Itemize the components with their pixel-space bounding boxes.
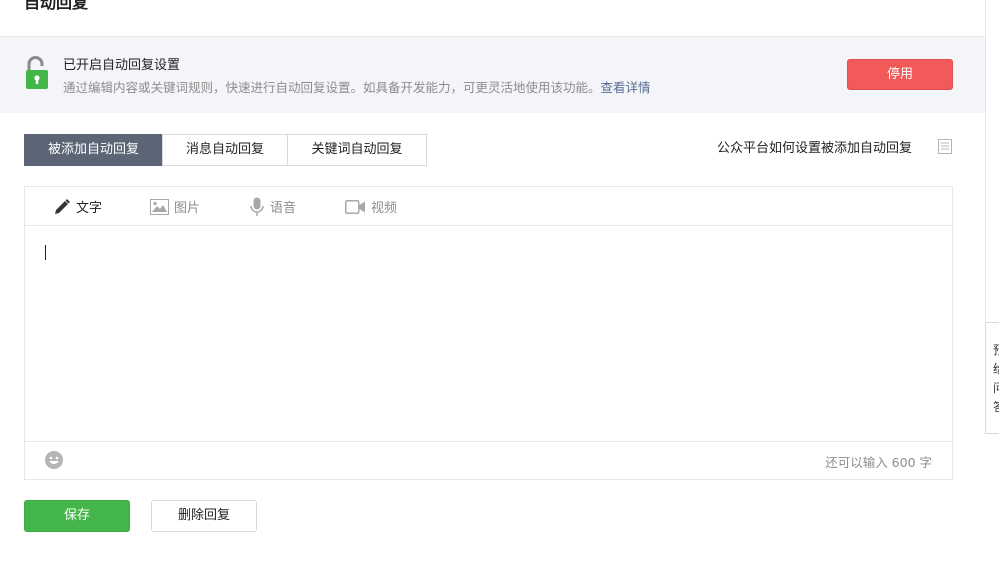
unlock-icon [26, 56, 48, 89]
page-title: 自动回复 [24, 0, 89, 12]
scroll-strip [985, 0, 999, 322]
tool-image-label: 图片 [174, 201, 201, 216]
save-button[interactable]: 保存 [24, 500, 130, 532]
help-link[interactable]: 公众平台如何设置被添加自动回复 [717, 137, 912, 156]
status-title: 已开启自动回复设置 [63, 58, 181, 73]
char-count: 还可以输入 600 字 [825, 455, 932, 470]
editor-footer: 还可以输入 600 字 [25, 441, 952, 479]
disable-button[interactable]: 停用 [847, 59, 953, 90]
side-char: 给 [993, 360, 999, 377]
status-panel: 已开启自动回复设置 通过编辑内容或关键词规则，快速进行自动回复设置。如具备开发能… [0, 37, 985, 113]
delete-reply-button[interactable]: 删除回复 [151, 500, 257, 532]
reply-editor: 文字 图片 语音 视频 还可以输入 600 字 [24, 186, 953, 480]
side-char: 答 [993, 398, 999, 415]
tool-text[interactable]: 文字 [53, 187, 102, 226]
tab-added-reply[interactable]: 被添加自动回复 [24, 134, 163, 166]
tool-video-label: 视频 [371, 201, 398, 216]
reply-type-tabs: 被添加自动回复 消息自动回复 关键词自动回复 [24, 134, 427, 166]
editor-toolbar: 文字 图片 语音 视频 [25, 187, 952, 226]
tab-message-reply[interactable]: 消息自动回复 [162, 134, 288, 166]
status-description-text: 通过编辑内容或关键词规则，快速进行自动回复设置。如具备开发能力，可更灵活地使用该… [63, 80, 601, 95]
pencil-icon [55, 198, 70, 214]
view-details-link[interactable]: 查看详情 [601, 80, 651, 95]
side-char: 问 [993, 379, 999, 396]
text-cursor[interactable] [45, 245, 46, 260]
tab-keyword-reply[interactable]: 关键词自动回复 [287, 134, 427, 166]
tool-video[interactable]: 视频 [345, 187, 397, 226]
document-icon[interactable] [938, 139, 952, 154]
side-char: 预 [993, 341, 999, 358]
status-description: 通过编辑内容或关键词规则，快速进行自动回复设置。如具备开发能力，可更灵活地使用该… [63, 77, 651, 96]
emoji-icon[interactable] [44, 450, 64, 470]
tool-image[interactable]: 图片 [150, 187, 200, 226]
tool-text-label: 文字 [76, 201, 103, 216]
video-icon [345, 199, 365, 214]
microphone-icon [250, 197, 264, 216]
tool-voice[interactable]: 语音 [249, 187, 296, 226]
tool-voice-label: 语音 [270, 201, 297, 216]
side-qa-panel[interactable]: 预 给 问 答 [985, 322, 999, 434]
image-icon [150, 198, 169, 215]
